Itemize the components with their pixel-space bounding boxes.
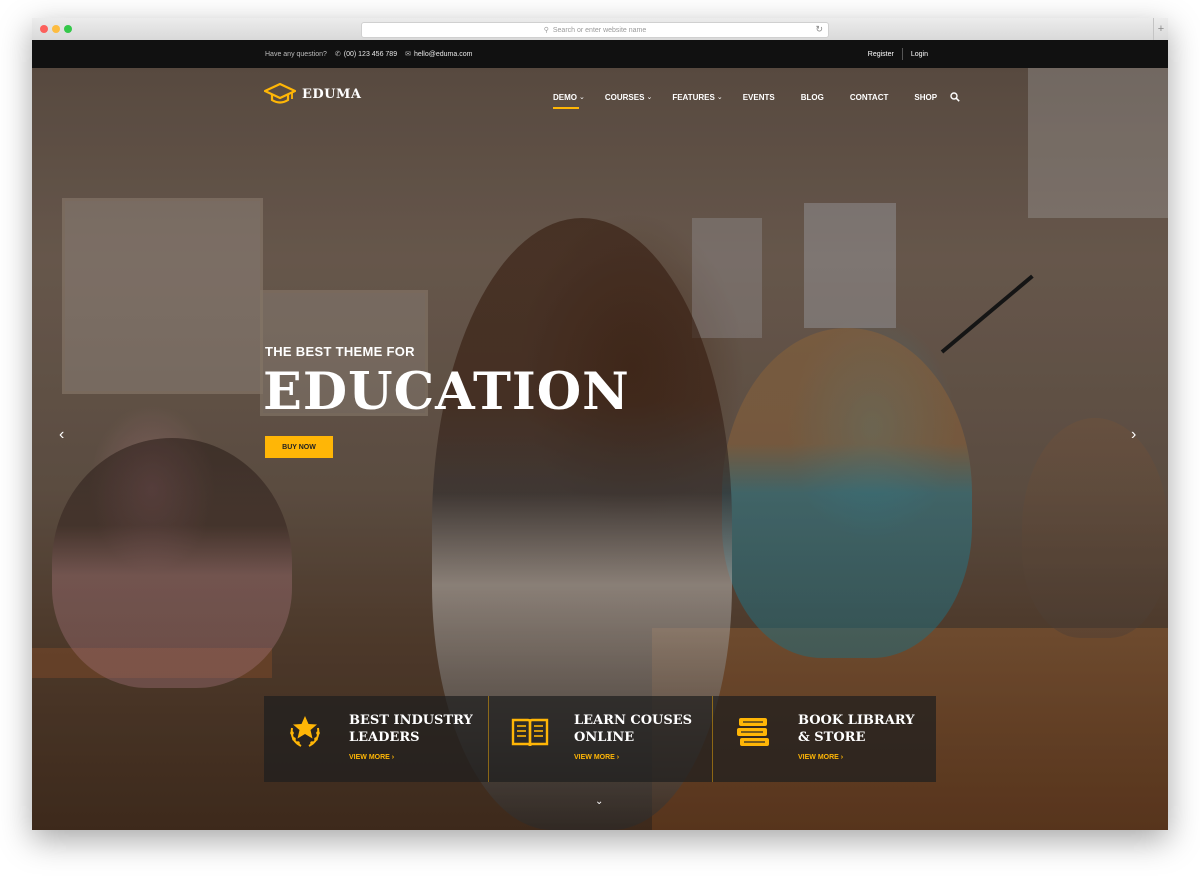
envelope-icon: ✉ xyxy=(405,51,411,58)
nav-label: CONTACT xyxy=(849,92,889,102)
address-placeholder: Search or enter website name xyxy=(552,26,647,34)
hero-subtitle: THE BEST THEME FOR xyxy=(265,344,415,359)
nav-shop[interactable]: SHOP xyxy=(914,93,937,102)
feature-title: BOOK LIBRARY & STORE xyxy=(798,712,933,746)
search-icon: ⚲ xyxy=(543,27,549,34)
feature-box-industry-leaders[interactable]: BEST INDUSTRY LEADERS VIEW MORE › xyxy=(264,696,488,782)
view-more-link[interactable]: VIEW MORE › xyxy=(574,754,619,761)
address-bar[interactable]: ⚲ Search or enter website name ↻ xyxy=(361,22,829,38)
register-link[interactable]: Register xyxy=(860,51,902,58)
feature-title-line: & STORE xyxy=(798,730,866,745)
brand-name: EDUMA xyxy=(302,86,362,102)
view-more-link[interactable]: VIEW MORE › xyxy=(798,754,843,761)
new-tab-button[interactable]: + xyxy=(1153,18,1168,40)
chevron-down-icon: ⌄ xyxy=(579,94,585,101)
nav-label: DEMO xyxy=(553,92,577,102)
top-info-bar: Have any question? ✆ (00) 123 456 789 ✉ he… xyxy=(32,40,1168,68)
graduation-cap-icon xyxy=(264,82,296,104)
view-more-label: VIEW MORE xyxy=(574,754,615,761)
main-navigation: DEMO ⌄ COURSES ⌄ FEATURES ⌄ EVENTS BLOG CON… xyxy=(553,90,960,109)
book-stack-icon xyxy=(737,718,769,746)
open-book-icon xyxy=(511,718,549,747)
search-icon[interactable] xyxy=(950,92,960,102)
chevron-right-icon: › xyxy=(616,754,620,761)
nav-label: SHOP xyxy=(914,92,938,102)
phone-number[interactable]: (00) 123 456 789 xyxy=(344,51,397,58)
slider-next-arrow-icon[interactable]: › xyxy=(1131,426,1136,444)
site-logo[interactable]: EDUMA xyxy=(264,82,362,106)
nav-blog[interactable]: BLOG xyxy=(801,93,824,102)
nav-features[interactable]: FEATURES ⌄ xyxy=(672,93,722,102)
slider-prev-arrow-icon[interactable]: ‹ xyxy=(59,426,64,444)
maximize-window-button[interactable] xyxy=(64,25,72,33)
feature-box-online-courses[interactable]: LEARN COUSES ONLINE VIEW MORE › xyxy=(488,696,712,782)
nav-contact[interactable]: CONTACT xyxy=(850,93,889,102)
feature-title-line: ONLINE xyxy=(574,730,635,745)
feature-title-line: LEARN COUSES xyxy=(574,713,693,728)
nav-label: FEATURES xyxy=(672,92,715,102)
hero-title: EDUCATION xyxy=(263,362,630,422)
close-window-button[interactable] xyxy=(40,25,48,33)
minimize-window-button[interactable] xyxy=(52,25,60,33)
feature-box-book-library[interactable]: BOOK LIBRARY & STORE VIEW MORE › xyxy=(712,696,936,782)
email-link[interactable]: hello@eduma.com xyxy=(414,51,472,58)
question-text: Have any question? xyxy=(265,50,327,58)
login-link[interactable]: Login xyxy=(903,51,936,58)
feature-title-line: BEST INDUSTRY xyxy=(349,713,473,728)
view-more-link[interactable]: VIEW MORE › xyxy=(349,754,394,761)
nav-label: EVENTS xyxy=(742,92,775,102)
nav-demo[interactable]: DEMO ⌄ xyxy=(553,92,585,109)
feature-title-line: LEADERS xyxy=(349,730,420,745)
feature-title: LEARN COUSES ONLINE xyxy=(574,712,709,746)
nav-events[interactable]: EVENTS xyxy=(743,93,775,102)
chevron-right-icon: › xyxy=(391,754,395,761)
feature-title-line: BOOK LIBRARY xyxy=(798,713,915,728)
nav-label: BLOG xyxy=(800,92,824,102)
nav-label: COURSES xyxy=(604,92,645,102)
chevron-right-icon: › xyxy=(840,754,844,761)
view-more-label: VIEW MORE xyxy=(798,754,839,761)
chevron-down-icon: ⌄ xyxy=(646,94,653,101)
chevron-down-icon: ⌄ xyxy=(716,94,723,101)
view-more-label: VIEW MORE xyxy=(349,754,390,761)
award-star-icon xyxy=(290,716,320,747)
browser-chrome: ⚲ Search or enter website name ↻ + xyxy=(32,18,1168,41)
phone-icon: ✆ xyxy=(334,51,341,58)
browser-window: ⚲ Search or enter website name ↻ + Have … xyxy=(32,18,1168,830)
feature-title: BEST INDUSTRY LEADERS xyxy=(349,712,484,746)
feature-boxes: BEST INDUSTRY LEADERS VIEW MORE › LEARN … xyxy=(264,696,936,782)
reload-icon[interactable]: ↻ xyxy=(815,24,823,35)
scroll-down-chevron-icon[interactable]: ⌄ xyxy=(595,796,603,807)
buy-now-button[interactable]: BUY NOW xyxy=(265,436,333,458)
nav-courses[interactable]: COURSES ⌄ xyxy=(605,93,652,102)
